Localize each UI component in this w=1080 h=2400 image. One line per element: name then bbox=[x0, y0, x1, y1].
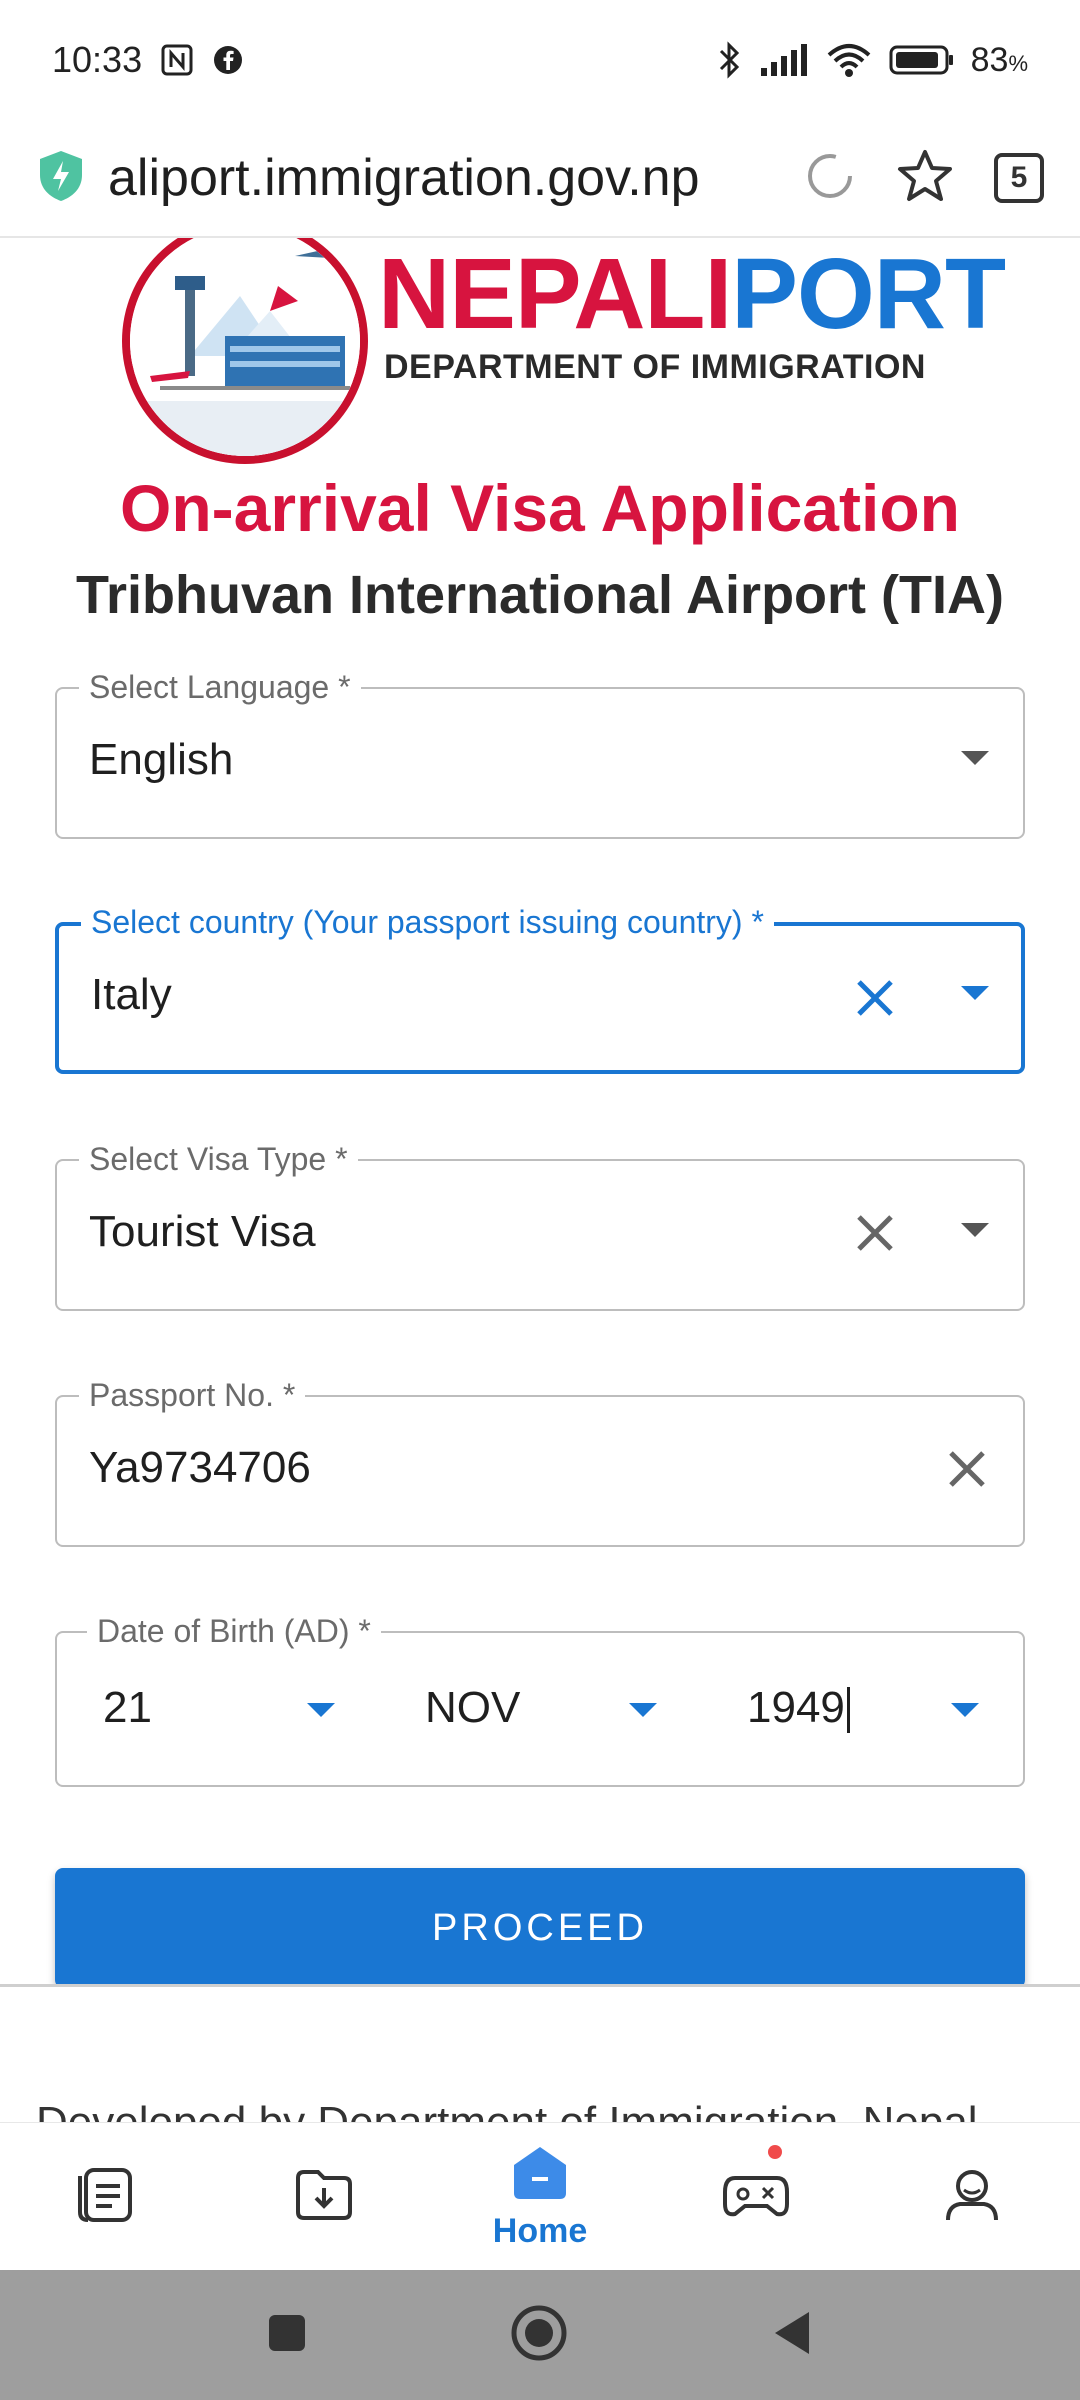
country-select[interactable]: Select country (Your passport issuing co… bbox=[55, 904, 1025, 1074]
nav-downloads[interactable] bbox=[216, 2123, 432, 2270]
recents-icon[interactable] bbox=[265, 2311, 309, 2360]
notification-dot bbox=[768, 2145, 782, 2159]
developed-by-footer: Developed by Department of Immigration, … bbox=[36, 2098, 978, 2124]
nav-profile[interactable] bbox=[864, 2123, 1080, 2270]
proceed-button[interactable]: PROCEED bbox=[55, 1868, 1025, 1984]
passport-value[interactable]: Ya9734706 bbox=[89, 1443, 311, 1493]
dob-year-input[interactable]: 1949 bbox=[747, 1683, 850, 1734]
battery-percent: 83% bbox=[970, 40, 1028, 79]
chevron-down-icon[interactable] bbox=[307, 1703, 335, 1717]
browser-url-bar: aliport.immigration.gov.np 5 bbox=[0, 120, 1080, 236]
dob-day-select[interactable]: 21 bbox=[103, 1683, 152, 1733]
clear-visa-type-icon[interactable] bbox=[845, 1203, 905, 1263]
chevron-down-icon[interactable] bbox=[951, 1703, 979, 1717]
nav-articles[interactable] bbox=[0, 2123, 216, 2270]
bluetooth-icon bbox=[717, 40, 743, 80]
nav-home[interactable]: Home bbox=[432, 2123, 648, 2270]
nav-games[interactable] bbox=[648, 2123, 864, 2270]
wifi-icon bbox=[825, 41, 873, 79]
status-time: 10:33 bbox=[52, 39, 143, 80]
language-label: Select Language * bbox=[79, 669, 361, 706]
page-divider bbox=[0, 1984, 1080, 1987]
back-icon[interactable] bbox=[769, 2308, 815, 2363]
page-content: NEPALIPORT DEPARTMENT OF IMMIGRATION On-… bbox=[0, 238, 1080, 1984]
brand-subtitle: DEPARTMENT OF IMMIGRATION bbox=[384, 348, 926, 386]
chevron-down-icon[interactable] bbox=[961, 986, 989, 1000]
bookmark-star-icon[interactable] bbox=[896, 148, 954, 209]
url-text[interactable]: aliport.immigration.gov.np bbox=[108, 148, 778, 208]
bottom-navigation: Home bbox=[0, 2122, 1080, 2270]
system-navigation-bar bbox=[0, 2270, 1080, 2400]
gamepad-icon bbox=[721, 2164, 791, 2229]
page-subtitle: Tribhuvan International Airport (TIA) bbox=[76, 565, 1004, 625]
chevron-down-icon[interactable] bbox=[961, 751, 989, 765]
passport-label: Passport No. * bbox=[79, 1377, 306, 1414]
home-icon bbox=[510, 2143, 570, 2208]
home-circle-icon[interactable] bbox=[509, 2303, 569, 2368]
dob-label: Date of Birth (AD) * bbox=[87, 1613, 381, 1650]
text-cursor bbox=[846, 1687, 850, 1734]
signal-icon bbox=[759, 42, 809, 78]
country-value: Italy bbox=[91, 970, 172, 1019]
status-bar: 10:33 83% bbox=[0, 0, 1080, 120]
clear-passport-icon[interactable] bbox=[937, 1439, 997, 1499]
brand-name: NEPALIPORT bbox=[378, 238, 1006, 350]
page-title: On-arrival Visa Application bbox=[120, 471, 960, 545]
chevron-down-icon[interactable] bbox=[961, 1223, 989, 1237]
clear-country-icon[interactable] bbox=[845, 968, 905, 1028]
passport-number-field[interactable]: Passport No. * Ya9734706 bbox=[55, 1377, 1025, 1547]
home-label: Home bbox=[492, 2211, 588, 2250]
facebook-icon bbox=[212, 44, 244, 76]
visa-type-value: Tourist Visa bbox=[89, 1207, 316, 1256]
dob-month-select[interactable]: NOV bbox=[425, 1683, 520, 1733]
articles-icon bbox=[76, 2162, 140, 2231]
country-label: Select country (Your passport issuing co… bbox=[81, 904, 774, 941]
chevron-down-icon[interactable] bbox=[629, 1703, 657, 1717]
nfc-icon bbox=[160, 43, 194, 77]
date-of-birth-field: Date of Birth (AD) * 21 NOV 1949 bbox=[55, 1613, 1025, 1787]
language-select[interactable]: Select Language * English bbox=[55, 669, 1025, 839]
battery-icon bbox=[889, 43, 955, 77]
tab-switcher-button[interactable]: 5 bbox=[994, 153, 1044, 203]
secure-shield-icon[interactable] bbox=[36, 149, 86, 208]
reload-icon[interactable] bbox=[804, 150, 856, 207]
download-folder-icon bbox=[292, 2162, 356, 2231]
visa-type-select[interactable]: Select Visa Type * Tourist Visa bbox=[55, 1141, 1025, 1311]
profile-icon bbox=[940, 2162, 1004, 2231]
language-value: English bbox=[89, 735, 234, 784]
visa-type-label: Select Visa Type * bbox=[79, 1141, 358, 1178]
